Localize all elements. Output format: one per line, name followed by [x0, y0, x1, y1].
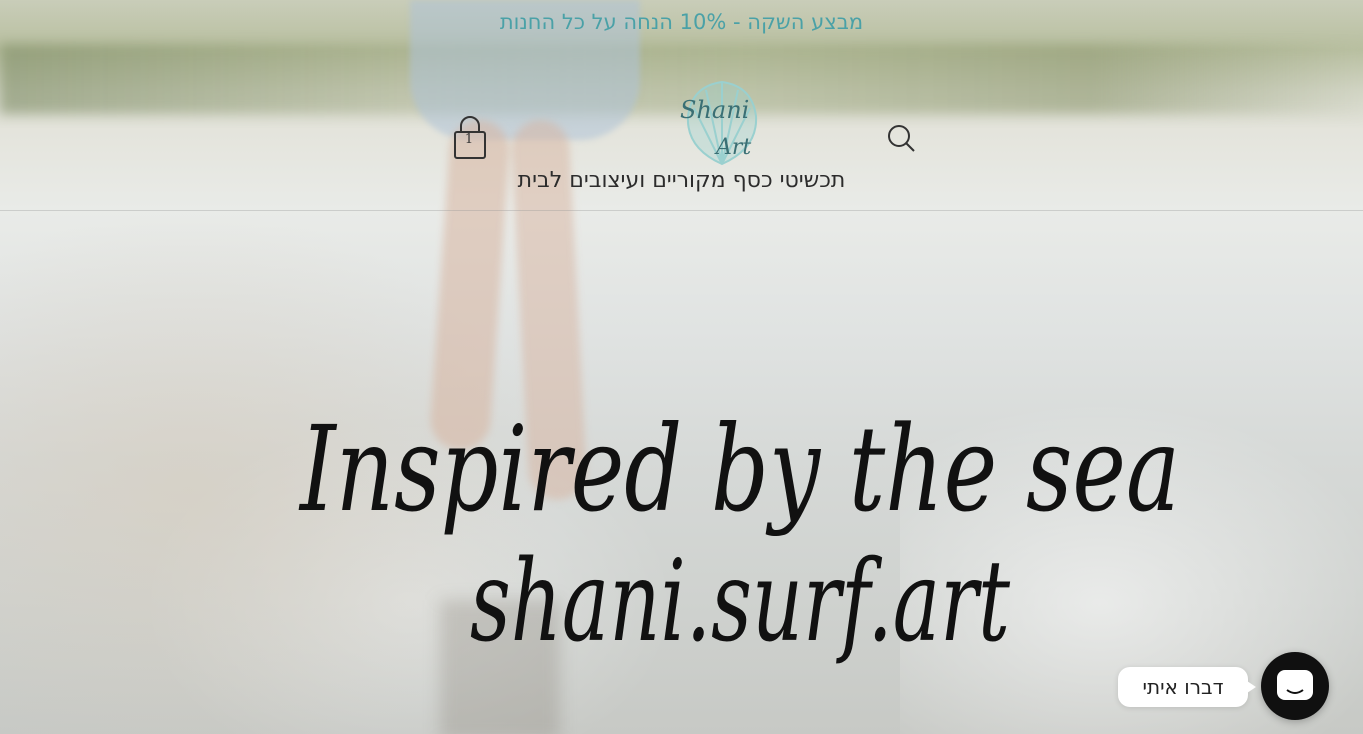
hero-banner: מבצע השקה - 10% הנחה על כל החנות 1 Shani: [0, 0, 1363, 734]
hero-title-line2: shani.surf.art: [470, 537, 1011, 667]
chat-label[interactable]: דברו איתי: [1118, 667, 1256, 707]
announcement-bar[interactable]: מבצע השקה - 10% הנחה על כל החנות: [0, 10, 1363, 34]
hero-title-line1: Inspired by the sea: [298, 400, 1180, 538]
search-icon: [888, 125, 915, 152]
search-button[interactable]: [882, 120, 918, 156]
chat-icon: [1277, 670, 1313, 700]
hero-title: Inspired by the sea shani.surf.art: [280, 360, 1200, 680]
shani-art-logo[interactable]: Shani Art: [676, 78, 768, 168]
chat-button[interactable]: [1261, 652, 1329, 720]
cart-count: 1: [464, 132, 474, 147]
site-tagline: תכשיטי כסף מקוריים ועיצובים לבית: [517, 168, 846, 193]
logo-line2: Art: [714, 135, 751, 160]
site-header: 1 Shani Art תכשיטי כסף מקוריים ועיצובים …: [0, 60, 1363, 211]
logo-line1: Shani: [680, 96, 749, 124]
cart-button[interactable]: 1: [450, 116, 490, 160]
